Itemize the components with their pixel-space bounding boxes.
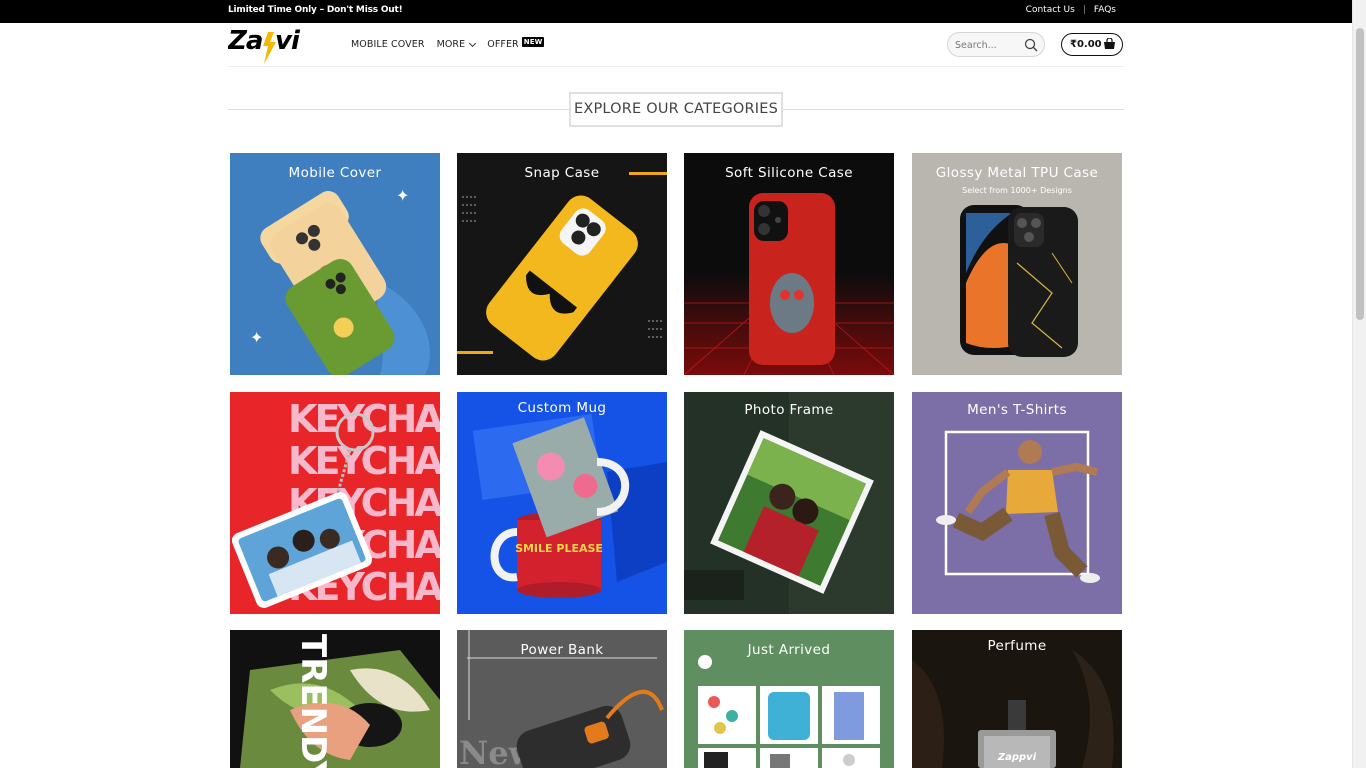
site-header: Za vi MOBILE COVER MORE OFFERNEW ₹0.00 xyxy=(227,23,1124,67)
category-tile-glossy-metal-tpu-case[interactable]: Glossy Metal TPU Case Select from 1000+ … xyxy=(912,153,1122,375)
svg-text:KEYCHAIN: KEYCHAIN xyxy=(288,439,440,483)
page-scrollbar[interactable] xyxy=(1352,0,1366,768)
perfume-brand-text: Zappvi xyxy=(997,752,1037,763)
nav-offer-label: OFFER xyxy=(487,39,519,50)
category-label: Just Arrived xyxy=(747,642,831,658)
cart-total: ₹0.00 xyxy=(1070,39,1102,50)
category-label: Power Bank xyxy=(520,642,604,658)
nav-more-label: MORE xyxy=(436,39,466,50)
category-label: Custom Mug xyxy=(517,400,607,416)
category-tile-custom-mug[interactable]: SMILE PLEASE Custom Mug xyxy=(457,392,667,614)
photo-frame-image xyxy=(684,392,874,614)
cart-button[interactable]: ₹0.00 xyxy=(1061,33,1123,56)
trendy-image: TRENDY xyxy=(240,634,440,768)
search-input[interactable] xyxy=(955,37,1025,53)
category-tile-mens-tshirts[interactable]: Men's T-Shirts xyxy=(912,392,1122,614)
category-label: Perfume xyxy=(987,638,1047,654)
categories-heading: EXPLORE OUR CATEGORIES xyxy=(228,91,1124,127)
category-tile-mobile-cover[interactable]: ✦ ✦ Mobile Cover xyxy=(230,153,440,375)
custom-mug-image: SMILE PLEASE xyxy=(472,413,667,598)
category-tile-snap-case[interactable]: Snap Case xyxy=(457,153,667,375)
keychain-image: KEYCHAIN KEYCHAIN KEYCHAIN KEYCHAIN KEYC… xyxy=(231,397,440,609)
svg-text:KEYCHAIN: KEYCHAIN xyxy=(288,397,440,441)
category-tile-soft-silicone-case[interactable]: Soft Silicone Case xyxy=(684,153,894,375)
search-icon[interactable] xyxy=(1024,38,1038,52)
svg-text:Za: Za xyxy=(228,26,262,56)
mug-text: SMILE PLEASE xyxy=(515,542,603,555)
contact-us-link[interactable]: Contact Us xyxy=(1018,5,1083,15)
mobile-cover-image: ✦ ✦ xyxy=(250,188,430,375)
category-tile-trendy[interactable]: TRENDY xyxy=(230,630,440,768)
top-announcement-bar: Limited Time Only – Don't Miss Out! Cont… xyxy=(0,0,1352,23)
svg-text:✦: ✦ xyxy=(250,330,263,347)
chevron-down-icon xyxy=(469,39,477,47)
svg-text:vi: vi xyxy=(275,26,301,56)
nav-mobile-cover[interactable]: MOBILE COVER xyxy=(351,39,425,50)
category-tile-perfume[interactable]: Zappvi Perfume xyxy=(912,630,1122,768)
category-label: Snap Case xyxy=(524,165,600,181)
nav-more[interactable]: MORE xyxy=(436,39,477,50)
category-label: Soft Silicone Case xyxy=(725,165,853,181)
category-label: Men's T-Shirts xyxy=(967,402,1067,418)
main-nav: MOBILE COVER MORE OFFER NEW xyxy=(351,36,556,50)
category-label: Glossy Metal TPU Case xyxy=(935,165,1099,181)
trendy-text: TRENDY xyxy=(293,634,333,768)
promo-text: Limited Time Only – Don't Miss Out! xyxy=(228,5,403,15)
svg-text:✦: ✦ xyxy=(396,188,409,205)
category-label: Photo Frame xyxy=(744,402,834,418)
mens-tshirt-image xyxy=(936,430,1100,583)
faqs-link[interactable]: FAQs xyxy=(1086,5,1124,15)
shopping-bag-icon xyxy=(1104,38,1115,49)
silicone-case-image xyxy=(684,193,894,375)
nav-offer[interactable]: OFFER NEW xyxy=(487,36,545,50)
category-label: Mobile Cover xyxy=(288,165,382,181)
scrollbar-thumb[interactable] xyxy=(1356,28,1364,320)
category-tile-keychain[interactable]: KEYCHAIN KEYCHAIN KEYCHAIN KEYCHAIN KEYC… xyxy=(230,392,440,614)
search-box xyxy=(947,32,1045,57)
category-tile-photo-frame[interactable]: Photo Frame xyxy=(684,392,894,614)
top-links: Contact Us | FAQs xyxy=(1018,5,1124,15)
category-sublabel: Select from 1000+ Designs xyxy=(962,186,1072,195)
section-title: EXPLORE OUR CATEGORIES xyxy=(569,92,783,127)
logo-image: Za vi xyxy=(227,26,302,64)
snap-case-image xyxy=(457,153,667,375)
site-logo[interactable]: Za vi xyxy=(227,24,324,73)
category-tile-just-arrived[interactable]: Just Arrived xyxy=(684,630,894,768)
new-badge: NEW xyxy=(521,36,545,47)
category-tile-power-bank[interactable]: New Power Bank xyxy=(457,630,667,768)
nav-mobile-cover-label: MOBILE COVER xyxy=(351,39,425,50)
